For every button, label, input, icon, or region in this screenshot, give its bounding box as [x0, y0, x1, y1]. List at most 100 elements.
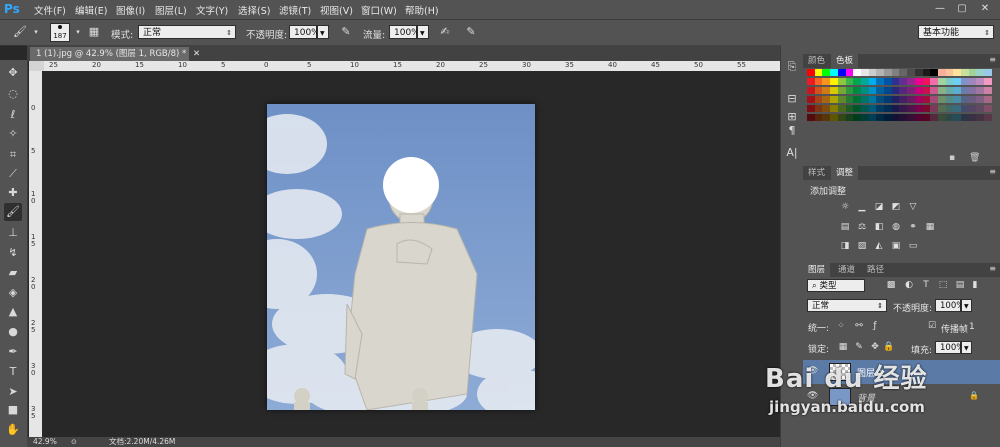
- filter-shape-icon[interactable]: ⬚: [937, 280, 949, 291]
- invert-icon[interactable]: ◨: [839, 241, 851, 252]
- minimize-button[interactable]: —: [930, 3, 950, 15]
- flow-dropdown[interactable]: ▼: [417, 25, 429, 39]
- dodge-tool-icon[interactable]: ●: [4, 323, 22, 341]
- move-tool-icon[interactable]: ✥: [4, 64, 22, 82]
- color-lookup-icon[interactable]: ▦: [924, 222, 936, 233]
- workspace-select[interactable]: 基本功能 ⇕: [918, 25, 994, 39]
- document-tab[interactable]: 1 (1).jpg @ 42.9% (图层 1, RGB/8) * ✕: [30, 47, 200, 61]
- new-swatch-icon[interactable]: ▪: [949, 153, 955, 163]
- dropdown-arrow-icon[interactable]: ▾: [28, 24, 44, 40]
- filter-toggle-icon[interactable]: ▮: [969, 280, 981, 291]
- paragraph-panel-icon[interactable]: ¶: [784, 123, 800, 139]
- selective-color-icon[interactable]: ▣: [890, 241, 902, 252]
- info-icon[interactable]: ⊙: [71, 437, 77, 447]
- history-panel-icon[interactable]: ⎘: [784, 59, 800, 75]
- tab-channels[interactable]: 通道: [833, 263, 860, 277]
- brush-tool-icon[interactable]: 🖌: [12, 24, 28, 40]
- flow-input[interactable]: 100%: [389, 25, 420, 39]
- crop-tool-icon[interactable]: ⌗: [4, 146, 22, 164]
- properties-panel-icon[interactable]: ⊟: [784, 91, 800, 107]
- lock-transparency-icon[interactable]: ▦: [837, 342, 849, 353]
- color-swatch[interactable]: [984, 87, 993, 94]
- history-brush-tool-icon[interactable]: ↯: [4, 244, 22, 262]
- mode-select[interactable]: 正常 ⇕: [138, 25, 236, 39]
- dropdown-arrow-icon[interactable]: ▾: [70, 24, 86, 40]
- layer-opacity-input[interactable]: 100%: [935, 299, 964, 312]
- filter-smart-object-icon[interactable]: ▤: [954, 280, 966, 291]
- black-white-icon[interactable]: ◧: [873, 222, 885, 233]
- menu-image[interactable]: 图像(I): [116, 3, 145, 17]
- hand-tool-icon[interactable]: ✋: [4, 421, 22, 439]
- color-swatch[interactable]: [984, 78, 993, 85]
- exposure-icon[interactable]: ◩: [890, 202, 902, 213]
- brush-tool-icon[interactable]: 🖌: [4, 203, 22, 221]
- path-selection-tool-icon[interactable]: ➤: [4, 383, 22, 401]
- panel-menu-icon[interactable]: ≡: [989, 55, 996, 64]
- layer-filter-select[interactable]: ⌕ 类型: [807, 279, 865, 292]
- levels-icon[interactable]: ▁: [856, 202, 868, 213]
- document-image[interactable]: [267, 104, 535, 410]
- tab-layers[interactable]: 图层: [803, 263, 831, 277]
- tab-color[interactable]: 颜色: [803, 54, 830, 68]
- unify-position-icon[interactable]: ⁘: [835, 321, 847, 332]
- clone-stamp-tool-icon[interactable]: ⊥: [4, 224, 22, 242]
- fill-input[interactable]: 100%: [935, 341, 964, 354]
- opacity-input[interactable]: 100%: [289, 25, 320, 39]
- propagate-checkbox[interactable]: ☑: [928, 321, 936, 331]
- opacity-dropdown[interactable]: ▼: [317, 25, 329, 39]
- pressure-size-icon[interactable]: ✎: [463, 24, 479, 40]
- layer-opacity-dropdown[interactable]: ▼: [961, 299, 972, 312]
- blur-tool-icon[interactable]: ▲: [4, 303, 22, 321]
- vibrance-icon[interactable]: ▽: [907, 202, 919, 213]
- blend-mode-select[interactable]: 正常 ⇕: [807, 299, 887, 312]
- ruler-origin[interactable]: [29, 61, 44, 71]
- tab-adjustments[interactable]: 调整: [831, 166, 859, 180]
- lock-pixels-icon[interactable]: ✎: [853, 342, 865, 353]
- tab-paths[interactable]: 路径: [862, 263, 889, 277]
- photo-filter-icon[interactable]: ◍: [890, 222, 902, 233]
- rectangle-tool-icon[interactable]: ■: [4, 401, 22, 419]
- lasso-tool-icon[interactable]: ℓ: [4, 106, 22, 124]
- color-swatch[interactable]: [984, 105, 993, 112]
- menu-help[interactable]: 帮助(H): [405, 3, 439, 17]
- gradient-map-icon[interactable]: ▭: [907, 241, 919, 252]
- curves-icon[interactable]: ◪: [873, 202, 885, 213]
- type-tool-icon[interactable]: T: [4, 363, 22, 381]
- unify-style-icon[interactable]: ƒ: [869, 321, 881, 332]
- menu-layer[interactable]: 图层(L): [155, 3, 187, 17]
- posterize-icon[interactable]: ▨: [856, 241, 868, 252]
- eraser-tool-icon[interactable]: ▰: [4, 264, 22, 282]
- threshold-icon[interactable]: ◭: [873, 241, 885, 252]
- magic-wand-tool-icon[interactable]: ✧: [4, 125, 22, 143]
- color-swatch[interactable]: [984, 114, 993, 121]
- brightness-contrast-icon[interactable]: ☼: [839, 202, 851, 213]
- menu-type[interactable]: 文字(Y): [196, 3, 228, 17]
- lock-all-icon[interactable]: 🔒: [883, 342, 895, 353]
- color-swatch[interactable]: [984, 96, 993, 103]
- lock-position-icon[interactable]: ✥: [869, 342, 881, 353]
- menu-file[interactable]: 文件(F): [34, 3, 66, 17]
- close-button[interactable]: ✕: [975, 3, 995, 15]
- menu-window[interactable]: 窗口(W): [361, 3, 397, 17]
- brush-panel-toggle-icon[interactable]: ▦: [86, 24, 102, 40]
- filter-type-icon[interactable]: T: [920, 280, 932, 291]
- channel-mixer-icon[interactable]: ⚭: [907, 222, 919, 233]
- eyedropper-tool-icon[interactable]: ⟋: [4, 165, 22, 183]
- panel-menu-icon[interactable]: ≡: [989, 264, 996, 273]
- trash-icon[interactable]: 🗑: [969, 153, 980, 163]
- zoom-readout[interactable]: 42.9%: [33, 437, 57, 447]
- menu-filter[interactable]: 滤镜(T): [279, 3, 311, 17]
- menu-select[interactable]: 选择(S): [238, 3, 270, 17]
- vertical-ruler[interactable]: 0 5 1 0 1 5 2 0 2 5 3 0 3 5: [29, 71, 42, 443]
- panel-menu-icon[interactable]: ≡: [989, 167, 996, 176]
- menu-view[interactable]: 视图(V): [320, 3, 353, 17]
- pressure-opacity-icon[interactable]: ✎: [338, 24, 354, 40]
- airbrush-icon[interactable]: ✍: [437, 24, 453, 40]
- horizontal-ruler[interactable]: 25 20 15 10 5 0 5 10 15 20 25 30 35 40 45 50 55: [44, 61, 780, 71]
- healing-brush-tool-icon[interactable]: ✚: [4, 184, 22, 202]
- hue-saturation-icon[interactable]: ▤: [839, 222, 851, 233]
- paint-bucket-tool-icon[interactable]: ◈: [4, 284, 22, 302]
- brush-preset-picker[interactable]: 187: [50, 23, 70, 42]
- unify-visibility-icon[interactable]: ⚯: [853, 321, 865, 332]
- color-swatch[interactable]: [984, 69, 993, 76]
